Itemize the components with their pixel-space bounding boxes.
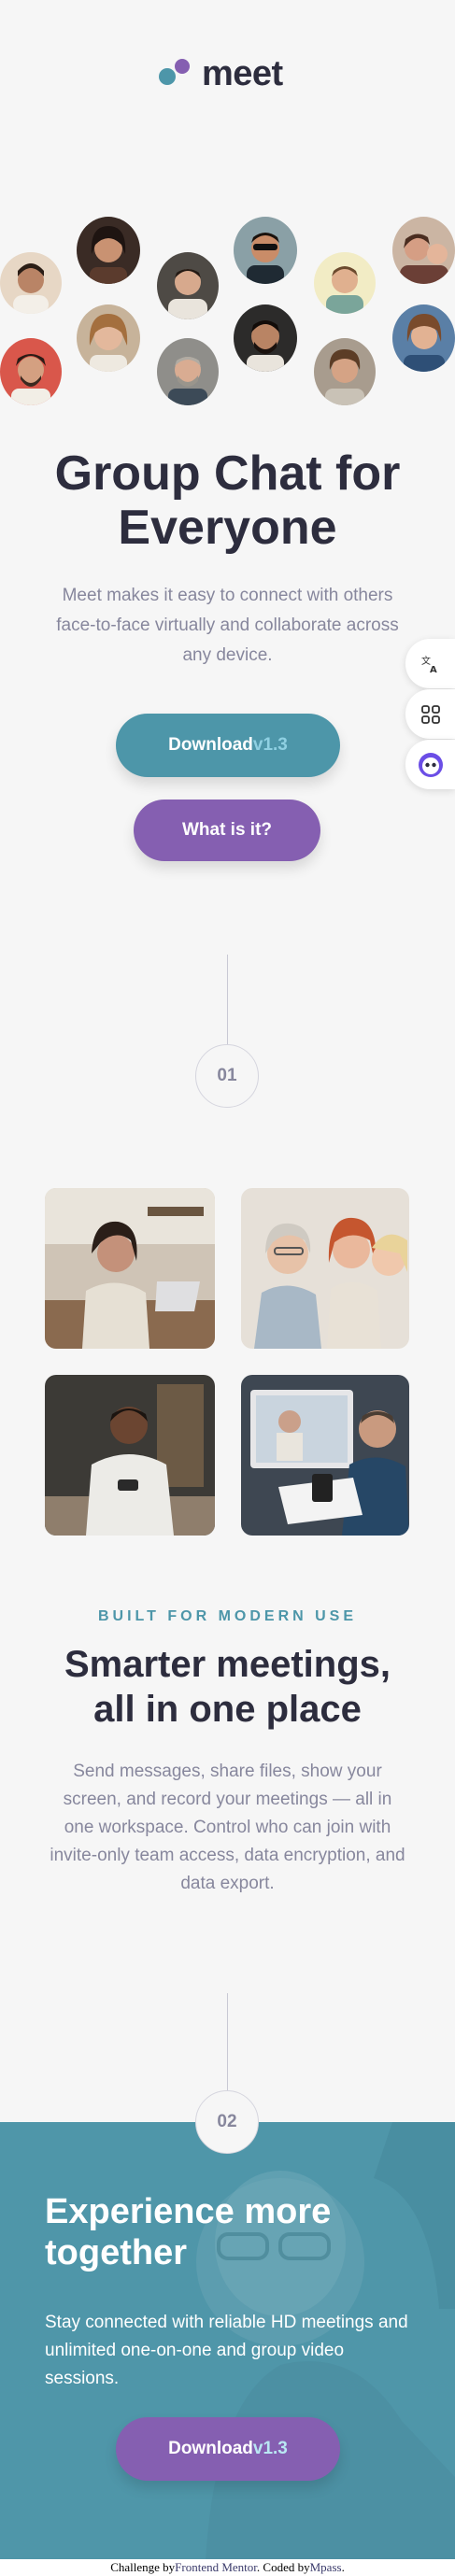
footer-text: .	[341, 2560, 345, 2574]
avatar	[392, 304, 455, 372]
download-button[interactable]: Download v1.3	[116, 714, 340, 777]
logo-text: meet	[202, 54, 283, 93]
divider-line	[227, 955, 228, 1044]
avatar	[314, 338, 376, 405]
avatar	[77, 304, 140, 372]
feature-photo	[45, 1375, 215, 1536]
translate-icon: 文 A	[421, 655, 437, 674]
feature-photo	[45, 1188, 215, 1349]
hero-description: Meet makes it easy to connect with other…	[56, 586, 399, 665]
footer-text: . Coded by	[256, 2560, 310, 2574]
logo-mark-icon	[157, 57, 196, 92]
attribution-footer: Challenge byFrontend Mentor. Coded byMpa…	[0, 2559, 455, 2576]
avatar	[234, 217, 297, 284]
avatar	[234, 304, 297, 372]
section-eyebrow: BUILT FOR MODERN USE	[97, 1608, 358, 1624]
author-link[interactable]: Mpass	[310, 2560, 342, 2574]
meet-logo[interactable]: meet	[157, 54, 283, 94]
footer-text: Challenge by	[110, 2560, 176, 2574]
translate-tool[interactable]: 文 A	[405, 639, 455, 688]
feature-photo	[241, 1375, 409, 1536]
cta-title: Experience more together	[45, 2192, 332, 2272]
avatar	[0, 338, 62, 405]
features-description: Send messages, share files, show your sc…	[50, 1762, 405, 1893]
avatar	[157, 252, 219, 319]
hero-title: Group Chat for Everyone	[54, 446, 401, 555]
divider-line	[227, 1993, 228, 2092]
avatar	[77, 217, 140, 284]
assistant-bot-icon	[418, 752, 443, 777]
svg-text:A: A	[430, 665, 437, 674]
features-title: Smarter meetings, all in one place	[64, 1644, 391, 1730]
cta-download-button[interactable]: Download v1.3	[116, 2417, 340, 2481]
cta-description: Stay connected with reliable HD meetings…	[45, 2313, 408, 2388]
frontend-mentor-link[interactable]: Frontend Mentor	[175, 2560, 257, 2574]
avatar	[314, 252, 376, 314]
step-badge: 01	[195, 1044, 259, 1108]
avatar	[392, 217, 455, 284]
what-is-it-button[interactable]: What is it?	[134, 800, 320, 861]
apps-tool[interactable]	[405, 689, 455, 739]
assistant-tool[interactable]	[405, 740, 455, 789]
feature-photo	[241, 1188, 409, 1349]
avatar	[0, 252, 62, 314]
step-badge: 02	[195, 2090, 259, 2154]
avatar	[157, 338, 219, 405]
apps-grid-icon	[420, 704, 440, 724]
